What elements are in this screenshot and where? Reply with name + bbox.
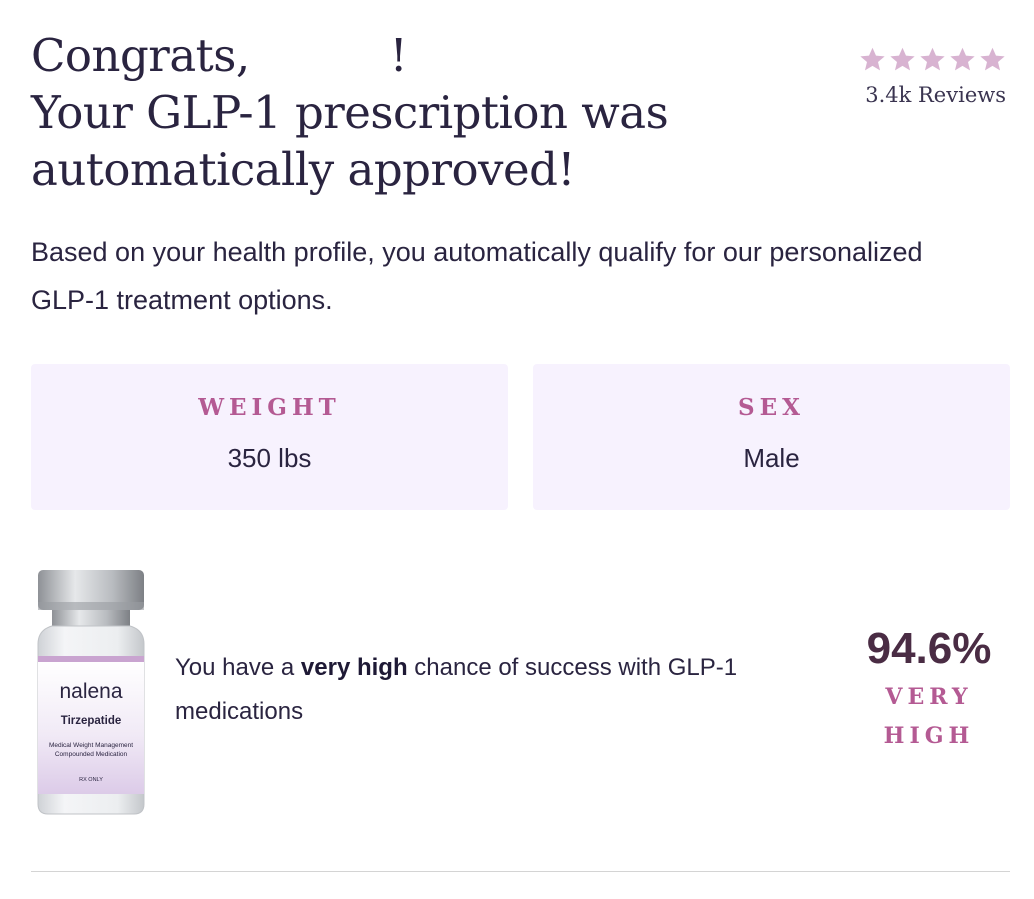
success-prefix: You have a	[175, 654, 301, 681]
svg-text:RX ONLY: RX ONLY	[79, 777, 103, 783]
star-rating	[859, 46, 1006, 73]
success-level-line-2: HIGH	[883, 723, 975, 749]
success-level: VERY HIGH	[850, 678, 1008, 756]
svg-text:Tirzepatide: Tirzepatide	[61, 715, 122, 727]
star-icon	[949, 46, 976, 73]
greeting: Congrats,	[31, 29, 250, 82]
reviews-count: 3.4k Reviews	[865, 83, 1006, 107]
success-level-line-1: VERY	[885, 684, 973, 710]
headline-line-1: Congrats,!	[31, 27, 831, 84]
section-divider	[31, 871, 1010, 872]
success-score: 94.6% VERY HIGH	[850, 624, 1008, 756]
weight-card: WEIGHT 350 lbs	[31, 364, 508, 510]
svg-text:Compounded Medication: Compounded Medication	[55, 751, 128, 758]
weight-value: 350 lbs	[227, 443, 312, 473]
success-emphasis: very high	[300, 654, 408, 681]
star-icon	[859, 46, 886, 73]
star-icon	[979, 46, 1006, 73]
success-chance-text: You have a very high chance of success w…	[175, 646, 795, 734]
qualification-text: Based on your health profile, you automa…	[31, 237, 923, 315]
sex-label: SEX	[738, 394, 805, 421]
weight-label: WEIGHT	[198, 394, 341, 421]
headline: Congrats,! Your GLP-1 prescription was a…	[31, 27, 831, 198]
greeting-exclamation: !	[389, 29, 408, 82]
svg-text:Medical Weight Management: Medical Weight Management	[49, 742, 133, 749]
sex-value: Male	[743, 443, 800, 473]
star-icon	[919, 46, 946, 73]
headline-line-3: automatically approved!	[31, 143, 576, 196]
success-percent: 94.6%	[866, 624, 992, 673]
star-icon	[889, 46, 916, 73]
svg-text:nalena: nalena	[59, 680, 122, 703]
sex-card: SEX Male	[533, 364, 1010, 510]
medication-vial-image: nalena Tirzepatide Medical Weight Manage…	[34, 568, 148, 816]
rating-block: 3.4k Reviews	[859, 46, 1006, 107]
headline-line-2: Your GLP-1 prescription was	[31, 86, 669, 139]
